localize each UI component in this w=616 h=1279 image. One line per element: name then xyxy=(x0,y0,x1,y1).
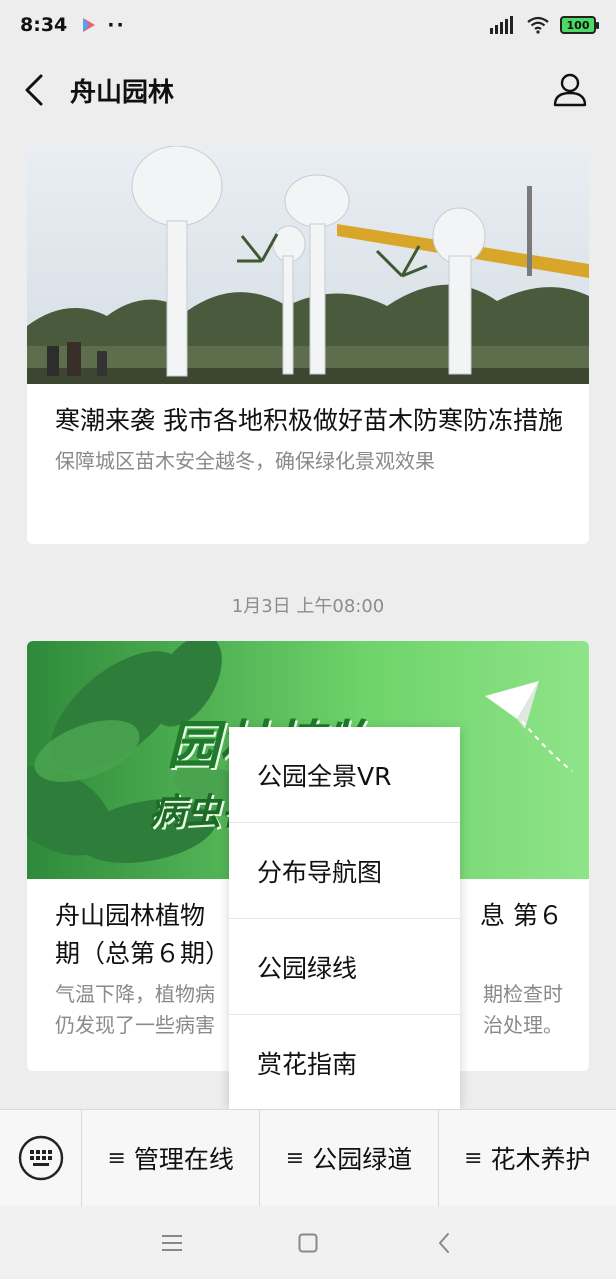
submenu-popup: 公园全景VR 分布导航图 公园绿线 赏花指南 xyxy=(229,727,460,1109)
square-home-icon xyxy=(298,1233,318,1252)
article-summary-line2-left: 仍发现了一些病害 xyxy=(55,1013,215,1037)
menu-lines-icon: ≡ xyxy=(285,1145,305,1171)
back-arrow-icon xyxy=(25,74,43,106)
nav-bar: 舟山园林 xyxy=(0,50,616,130)
system-back-button[interactable] xyxy=(424,1223,464,1263)
article-title-right: 息 第６ xyxy=(480,901,563,930)
submenu-item-park-greenline[interactable]: 公园绿线 xyxy=(229,919,460,1015)
home-button[interactable] xyxy=(288,1223,328,1263)
status-bar: 8:34 ·· 100 xyxy=(0,0,616,50)
page-title: 舟山园林 xyxy=(70,77,175,108)
battery-icon: 100 xyxy=(560,16,599,34)
play-icon xyxy=(83,18,96,32)
article-summary: 保障城区苗木安全越冬，确保绿化景观效果 xyxy=(55,449,435,473)
submenu-item-distribution-map[interactable]: 分布导航图 xyxy=(229,823,460,919)
message-timestamp: 1月3日 上午08:00 xyxy=(231,596,385,617)
article-title: 寒潮来袭 我市各地积极做好苗木防寒防冻措施 xyxy=(55,406,563,435)
menu-item-label: 花木养护 xyxy=(490,1145,591,1174)
menu-lines-icon: ≡ xyxy=(107,1145,126,1171)
signal-icon xyxy=(490,16,513,34)
menu-item-label: 公园绿道 xyxy=(312,1145,413,1174)
keyboard-toggle-button[interactable] xyxy=(0,1109,82,1207)
article-summary-line2-right: 治处理。 xyxy=(483,1013,563,1037)
system-navigation-bar xyxy=(0,1206,616,1279)
wifi-icon xyxy=(527,16,549,34)
menu-lines-icon xyxy=(162,1234,182,1251)
profile-button[interactable] xyxy=(546,66,594,114)
article-cover-image xyxy=(27,146,589,384)
keyboard-icon xyxy=(18,1135,63,1181)
article-card[interactable]: 寒潮来袭 我市各地积极做好苗木防寒防冻措施 保障城区苗木安全越冬，确保绿化景观效… xyxy=(27,146,589,544)
menu-lines-icon: ≡ xyxy=(464,1145,483,1171)
official-account-menu-bar: ≡ 管理在线 ≡ 公园绿道 ≡ 花木养护 xyxy=(0,1109,616,1207)
chevron-left-icon xyxy=(439,1232,449,1253)
menu-item-park-greenway[interactable]: ≡ 公园绿道 xyxy=(260,1109,439,1207)
back-button[interactable] xyxy=(4,50,64,130)
notification-dots: ·· xyxy=(107,14,126,36)
user-icon xyxy=(553,73,587,107)
submenu-item-flower-guide[interactable]: 赏花指南 xyxy=(229,1015,460,1111)
status-time: 8:34 xyxy=(20,14,68,36)
menu-item-management-online[interactable]: ≡ 管理在线 xyxy=(82,1109,261,1207)
article-summary-line1-left: 气温下降，植物病 xyxy=(55,982,215,1006)
recent-apps-button[interactable] xyxy=(152,1223,192,1263)
article-summary-line1-right: 期检查时 xyxy=(483,982,563,1006)
menu-item-label: 管理在线 xyxy=(133,1145,234,1174)
article-title-left: 舟山园林植物 xyxy=(55,901,206,930)
menu-item-plant-care[interactable]: ≡ 花木养护 xyxy=(439,1110,616,1207)
battery-level: 100 xyxy=(566,18,590,32)
submenu-item-park-vr[interactable]: 公园全景VR xyxy=(229,727,460,823)
